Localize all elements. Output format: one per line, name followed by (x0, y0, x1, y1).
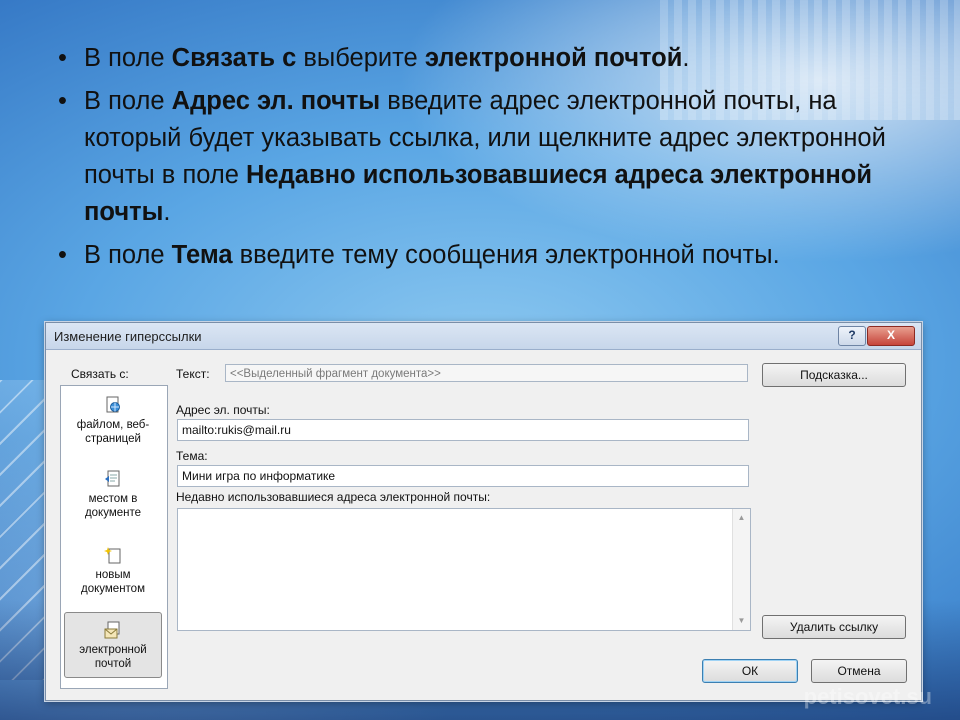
nav-item-label: местом в документе (84, 493, 142, 519)
bullet-3-text-1: В поле (84, 241, 172, 269)
ok-button[interactable]: ОК (702, 659, 798, 683)
nav-item-web-page[interactable]: файлом, веб-страницей (64, 396, 162, 454)
bullet-3: • В поле Тема введите тему сообщения эле… (58, 237, 918, 274)
bullet-list: • В поле Связать с выберите электронной … (58, 40, 918, 280)
scroll-up-arrow-icon[interactable]: ▲ (733, 511, 750, 525)
bullet-1-text-2: выберите (296, 44, 425, 72)
email-address-field[interactable]: mailto:rukis@mail.ru (177, 419, 749, 441)
bullet-1: • В поле Связать с выберите электронной … (58, 40, 918, 77)
email-icon (104, 621, 120, 639)
bullet-dot: • (58, 241, 67, 269)
cancel-button[interactable]: Отмена (811, 659, 907, 683)
bullet-2-text-3: . (163, 198, 171, 226)
link-type-nav: файлом, веб-страницей местом в документе… (60, 385, 168, 689)
nav-item-label: новым документом (81, 569, 145, 595)
screentip-button[interactable]: Подсказка... (762, 363, 906, 387)
close-button[interactable]: X (867, 326, 915, 346)
dialog-titlebar[interactable]: Изменение гиперссылки ? X (46, 323, 921, 350)
display-text-field[interactable]: <<Выделенный фрагмент документа>> (225, 364, 748, 382)
nav-item-email[interactable]: электронной почтой (64, 612, 162, 678)
bullet-2-text-1: В поле (84, 87, 172, 115)
email-address-label: Адрес эл. почты: (176, 403, 270, 417)
recent-addresses-list[interactable]: ▲ ▼ (177, 508, 751, 631)
bullet-1-text-1: В поле (84, 44, 172, 72)
text-label: Текст: (176, 367, 210, 381)
recent-list-scrollbar[interactable]: ▲ ▼ (732, 509, 750, 630)
bullet-1-bold-2: электронной почтой (424, 44, 683, 72)
subject-label: Тема: (176, 449, 208, 463)
watermark: petisovet.su (803, 684, 932, 709)
nav-item-label: файлом, веб-страницей (76, 419, 150, 445)
dialog-title: Изменение гиперссылки (54, 329, 202, 344)
new-document-icon (104, 547, 121, 564)
bullet-2: • В поле Адрес эл. почты введите адрес э… (58, 83, 918, 231)
bullet-1-text-3: . (682, 44, 690, 72)
remove-link-button[interactable]: Удалить ссылку (762, 615, 906, 639)
nav-item-label: электронной почтой (79, 644, 147, 670)
place-in-document-icon (105, 470, 120, 487)
link-with-label: Связать с: (71, 367, 129, 381)
bullet-3-text-2: введите тему сообщения электронной почты… (232, 241, 780, 269)
subject-field[interactable]: Мини игра по информатике (177, 465, 749, 487)
scroll-down-arrow-icon[interactable]: ▼ (733, 614, 750, 628)
bullet-3-bold-1: Тема (171, 241, 233, 269)
bullet-dot: • (58, 44, 67, 72)
nav-item-place-in-document[interactable]: местом в документе (64, 470, 162, 528)
bullet-dot: • (58, 87, 67, 115)
nav-item-new-document[interactable]: новым документом (64, 546, 162, 604)
bullet-2-bold-1: Адрес эл. почты (171, 87, 381, 115)
recent-addresses-label: Недавно использовавшиеся адреса электрон… (176, 490, 491, 504)
help-button[interactable]: ? (838, 326, 866, 346)
web-page-icon (106, 396, 120, 413)
bullet-1-bold-1: Связать с (171, 44, 297, 72)
edit-hyperlink-dialog: Изменение гиперссылки ? X Связать с: фай… (45, 322, 922, 701)
